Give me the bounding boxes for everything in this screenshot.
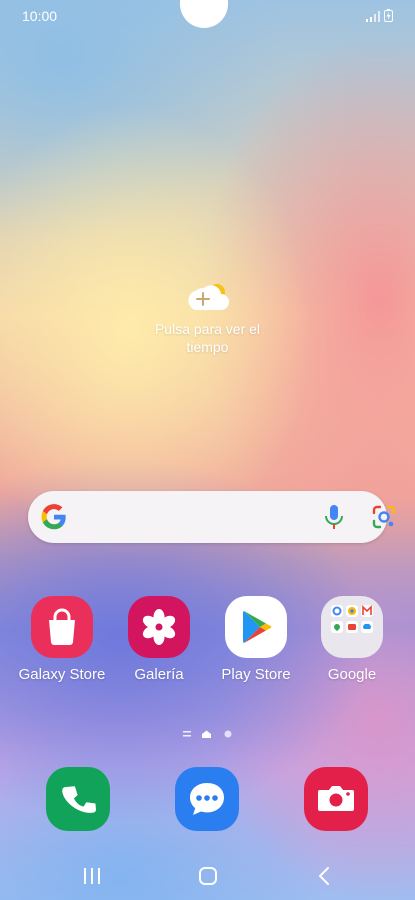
status-icons xyxy=(365,9,393,22)
phone-icon[interactable] xyxy=(46,767,110,831)
app-folder-google[interactable]: Google xyxy=(302,596,402,683)
app-label: Galaxy Store xyxy=(18,666,106,683)
current-page-home-dot xyxy=(202,730,211,738)
signal-icon xyxy=(366,10,380,22)
page-indicator xyxy=(180,727,240,739)
google-search-bar[interactable] xyxy=(28,491,396,543)
dock xyxy=(0,767,415,833)
app-label: Galería xyxy=(134,666,184,683)
app-gallery[interactable]: Galería xyxy=(109,596,209,683)
clock: 10:00 xyxy=(22,8,58,24)
google-g-icon xyxy=(41,504,66,530)
navigation-bar xyxy=(0,860,415,890)
play-store-icon xyxy=(225,596,287,658)
status-bar: 10:00 xyxy=(22,8,393,26)
microphone-icon[interactable] xyxy=(323,504,345,530)
weather-widget[interactable]: Pulsa para ver el tiempo xyxy=(140,280,275,356)
weather-prompt: Pulsa para ver el tiempo xyxy=(154,321,261,355)
camera-icon[interactable] xyxy=(304,767,368,831)
gallery-icon xyxy=(128,596,190,658)
back-button[interactable] xyxy=(314,865,336,887)
galaxy-store-icon xyxy=(31,596,93,658)
recents-button[interactable] xyxy=(80,865,104,887)
app-row: Galaxy Store Galería Play Store Google xyxy=(0,596,415,696)
weather-add-icon xyxy=(187,284,229,310)
app-play-store[interactable]: Play Store xyxy=(206,596,306,683)
app-label: Play Store xyxy=(221,666,291,683)
google-folder-icon xyxy=(321,596,383,658)
home-page-marker xyxy=(183,731,191,737)
battery-charging-icon xyxy=(384,9,393,22)
page-dot xyxy=(224,730,232,738)
home-button[interactable] xyxy=(197,865,219,887)
google-lens-icon[interactable] xyxy=(371,504,397,530)
app-label: Google xyxy=(327,666,377,683)
messages-icon[interactable] xyxy=(175,767,239,831)
app-galaxy-store[interactable]: Galaxy Store xyxy=(12,596,112,683)
